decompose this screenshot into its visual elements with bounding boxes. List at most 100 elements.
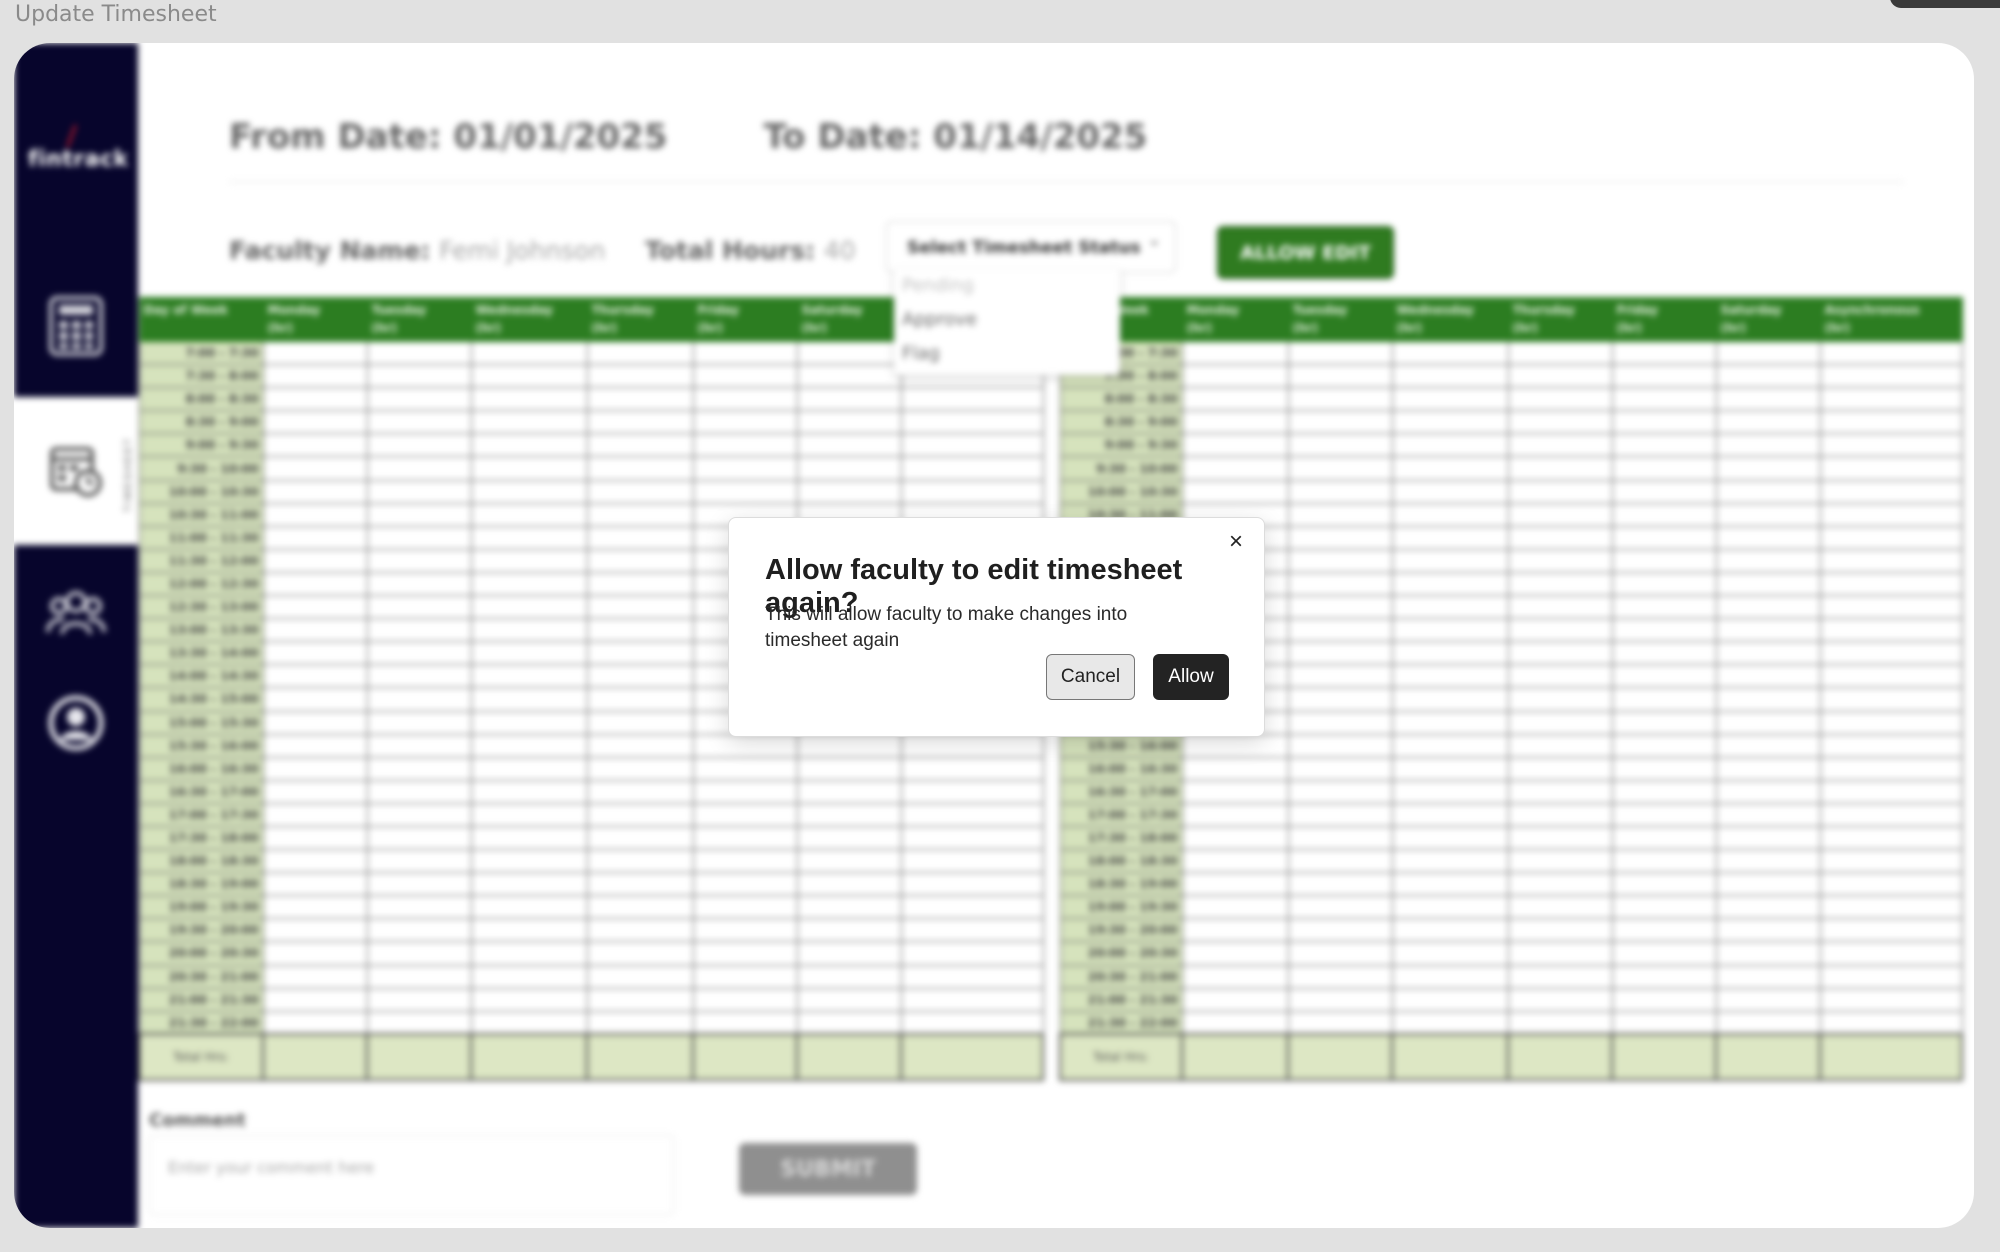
hours-cell[interactable] — [1611, 895, 1717, 920]
hours-cell[interactable] — [900, 918, 1044, 943]
hours-cell[interactable] — [1715, 595, 1821, 620]
hours-cell[interactable] — [366, 779, 472, 804]
hours-cell[interactable] — [796, 456, 902, 481]
hours-cell[interactable] — [1287, 802, 1393, 827]
hours-cell[interactable] — [470, 1010, 588, 1035]
hours-cell[interactable] — [586, 571, 694, 597]
hours-cell[interactable] — [1287, 733, 1393, 758]
hours-cell[interactable] — [1287, 710, 1393, 735]
submit-button[interactable]: SUBMIT — [739, 1143, 917, 1195]
hours-cell[interactable] — [1611, 964, 1717, 989]
hours-cell[interactable] — [366, 941, 472, 966]
hours-cell[interactable] — [1507, 595, 1613, 620]
hours-cell[interactable] — [1287, 340, 1393, 366]
hours-cell[interactable] — [1181, 987, 1289, 1012]
hours-cell[interactable] — [586, 364, 694, 389]
hours-cell[interactable] — [1287, 364, 1393, 389]
hours-cell[interactable] — [1715, 756, 1821, 781]
hours-cell[interactable] — [262, 872, 368, 897]
hours-cell[interactable] — [470, 849, 588, 874]
hours-cell[interactable] — [470, 987, 588, 1012]
hours-cell[interactable] — [1391, 941, 1509, 966]
hours-cell[interactable] — [692, 340, 798, 366]
hours-cell[interactable] — [1507, 387, 1613, 412]
hours-cell[interactable] — [470, 687, 588, 712]
hours-cell[interactable] — [262, 618, 368, 643]
hours-cell[interactable] — [366, 410, 472, 435]
hours-cell[interactable] — [586, 964, 694, 989]
hours-cell[interactable] — [1391, 548, 1509, 573]
hours-cell[interactable] — [1391, 733, 1509, 758]
hours-cell[interactable] — [1819, 733, 1963, 758]
hours-cell[interactable] — [1181, 872, 1289, 897]
hours-cell[interactable] — [470, 756, 588, 781]
hours-cell[interactable] — [1507, 571, 1613, 597]
hours-cell[interactable] — [470, 941, 588, 966]
hours-cell[interactable] — [470, 502, 588, 527]
hours-cell[interactable] — [1611, 571, 1717, 597]
hours-cell[interactable] — [1507, 618, 1613, 643]
hours-cell[interactable] — [366, 733, 472, 758]
hours-cell[interactable] — [1611, 756, 1717, 781]
hours-cell[interactable] — [1715, 779, 1821, 804]
hours-cell[interactable] — [586, 502, 694, 527]
hours-cell[interactable] — [1391, 687, 1509, 712]
hours-cell[interactable] — [1819, 872, 1963, 897]
hours-cell[interactable] — [1391, 525, 1509, 550]
hours-cell[interactable] — [366, 918, 472, 943]
hours-cell[interactable] — [1507, 756, 1613, 781]
hours-cell[interactable] — [1715, 387, 1821, 412]
hours-cell[interactable] — [586, 456, 694, 481]
hours-cell[interactable] — [470, 802, 588, 827]
hours-cell[interactable] — [1391, 987, 1509, 1012]
hours-cell[interactable] — [1287, 387, 1393, 412]
hours-cell[interactable] — [796, 872, 902, 897]
hours-cell[interactable] — [1819, 595, 1963, 620]
hours-cell[interactable] — [692, 479, 798, 504]
hours-cell[interactable] — [1715, 825, 1821, 851]
hours-cell[interactable] — [262, 664, 368, 689]
hours-cell[interactable] — [1181, 918, 1289, 943]
hours-cell[interactable] — [586, 687, 694, 712]
hours-cell[interactable] — [586, 387, 694, 412]
hours-cell[interactable] — [1819, 941, 1963, 966]
hours-cell[interactable] — [900, 987, 1044, 1012]
hours-cell[interactable] — [470, 433, 588, 458]
hours-cell[interactable] — [900, 895, 1044, 920]
hours-cell[interactable] — [1715, 364, 1821, 389]
hours-cell[interactable] — [1611, 387, 1717, 412]
hours-cell[interactable] — [586, 733, 694, 758]
hours-cell[interactable] — [366, 849, 472, 874]
hours-cell[interactable] — [470, 710, 588, 735]
hours-cell[interactable] — [1715, 941, 1821, 966]
hours-cell[interactable] — [1819, 410, 1963, 435]
hours-cell[interactable] — [900, 825, 1044, 851]
hours-cell[interactable] — [1391, 433, 1509, 458]
hours-cell[interactable] — [1611, 687, 1717, 712]
hours-cell[interactable] — [692, 987, 798, 1012]
hours-cell[interactable] — [586, 849, 694, 874]
hours-cell[interactable] — [262, 571, 368, 597]
hours-cell[interactable] — [1611, 987, 1717, 1012]
hours-cell[interactable] — [692, 895, 798, 920]
hours-cell[interactable] — [470, 364, 588, 389]
hours-cell[interactable] — [1819, 849, 1963, 874]
hours-cell[interactable] — [692, 364, 798, 389]
hours-cell[interactable] — [1507, 779, 1613, 804]
hours-cell[interactable] — [1819, 525, 1963, 550]
hours-cell[interactable] — [262, 641, 368, 666]
hours-cell[interactable] — [1715, 710, 1821, 735]
hours-cell[interactable] — [470, 387, 588, 412]
hours-cell[interactable] — [692, 433, 798, 458]
hours-cell[interactable] — [1507, 987, 1613, 1012]
hours-cell[interactable] — [262, 895, 368, 920]
hours-cell[interactable] — [900, 964, 1044, 989]
hours-cell[interactable] — [796, 987, 902, 1012]
hours-cell[interactable] — [1819, 340, 1963, 366]
hours-cell[interactable] — [1715, 964, 1821, 989]
hours-cell[interactable] — [262, 987, 368, 1012]
hours-cell[interactable] — [796, 941, 902, 966]
hours-cell[interactable] — [1507, 872, 1613, 897]
hours-cell[interactable] — [692, 410, 798, 435]
hours-cell[interactable] — [1287, 502, 1393, 527]
